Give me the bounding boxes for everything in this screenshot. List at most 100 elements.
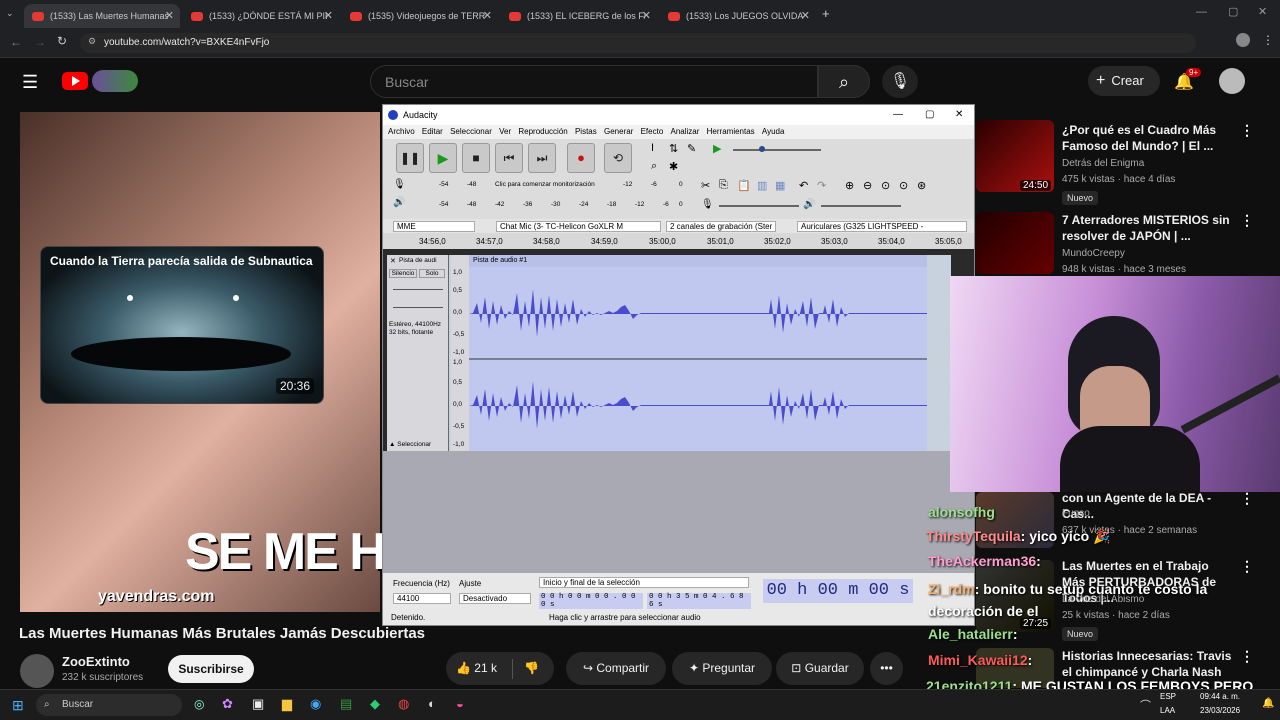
play-speed-slider[interactable]: [733, 149, 821, 151]
zoom-tool-icon[interactable]: ⌕: [651, 160, 657, 173]
game-app-icon[interactable]: ◆: [370, 696, 380, 712]
multi-tool-icon[interactable]: ✱: [669, 160, 678, 173]
related-channel-2[interactable]: MundoCreepy: [1062, 248, 1125, 259]
clock-time[interactable]: 09:44 a. m.: [1200, 692, 1240, 701]
empty-project-area[interactable]: [383, 451, 974, 573]
related-channel-3[interactable]: Fugso: [1062, 508, 1090, 519]
back-icon[interactable]: ←: [10, 35, 22, 49]
tab-2[interactable]: (1533) ¿DÓNDE ESTÁ MI PIEL?✕: [183, 4, 339, 28]
edge-icon[interactable]: ◉: [310, 696, 321, 712]
play-at-speed-icon[interactable]: ▶: [713, 142, 721, 155]
site-info-icon[interactable]: ⚙: [88, 36, 96, 47]
track-name-menu[interactable]: Pista de audi: [399, 257, 437, 264]
subscribe-button[interactable]: Suscribirse: [168, 655, 254, 683]
skip-start-button[interactable]: ⏮: [495, 143, 523, 173]
play-button[interactable]: ▶: [429, 143, 457, 173]
tab-5[interactable]: (1533) Los JUEGOS OLVIDADOS✕: [660, 4, 816, 28]
menu-ver[interactable]: Ver: [499, 125, 511, 139]
playback-meter-icon[interactable]: 🔊: [393, 197, 405, 208]
forward-icon[interactable]: →: [34, 35, 46, 49]
taskbar-search[interactable]: ⌕ Buscar: [36, 694, 182, 716]
close-tab-icon[interactable]: ✕: [324, 9, 333, 22]
pan-slider[interactable]: [393, 307, 443, 308]
url-field[interactable]: youtube.com/watch?v=BXKE4nFvFjo: [80, 33, 1196, 53]
record-meter[interactable]: -54 -48 Clic para comenzar monitorizació…: [413, 179, 685, 191]
share-button[interactable]: ↪ Compartir: [566, 652, 666, 685]
save-button[interactable]: ⊡ Guardar: [776, 652, 864, 685]
playback-meter[interactable]: -54 -48 -42 -36 -30 -24 -18 -12 -6 0: [413, 199, 685, 211]
gain-slider[interactable]: [393, 289, 443, 290]
selection-end-field[interactable]: 0 0 h 3 5 m 0 4 . 6 8 6 s: [647, 593, 751, 609]
zoom-toggle-icon[interactable]: ⊛: [917, 179, 926, 192]
profile-avatar-icon[interactable]: [1236, 33, 1250, 47]
draw-tool-icon[interactable]: ✎: [687, 142, 696, 155]
tray-wifi-icon[interactable]: ⌒: [1140, 697, 1151, 713]
selection-start-field[interactable]: 0 0 h 0 0 m 0 0 . 0 0 0 s: [539, 593, 643, 609]
menu-editar[interactable]: Editar: [422, 125, 443, 139]
paste-icon[interactable]: 📋: [737, 179, 751, 192]
undo-icon[interactable]: ↶: [799, 179, 808, 192]
menu-pistas[interactable]: Pistas: [575, 125, 597, 139]
trim-icon[interactable]: ▥: [757, 179, 767, 192]
menu-analizar[interactable]: Analizar: [671, 125, 700, 139]
like-button[interactable]: 👍 21 k: [456, 652, 497, 685]
maximize-window-icon[interactable]: ▢: [1228, 5, 1238, 18]
related-menu-icon[interactable]: ⋮: [1240, 212, 1254, 229]
copy-icon[interactable]: ⎘: [719, 179, 728, 192]
close-window-icon[interactable]: ✕: [1258, 5, 1267, 18]
store-icon[interactable]: ▣: [252, 696, 264, 712]
account-avatar[interactable]: [1219, 68, 1245, 94]
tab-4[interactable]: (1533) EL ICEBERG de los FENÓ✕: [501, 4, 657, 28]
related-menu-icon[interactable]: ⋮: [1240, 490, 1254, 507]
snap-select[interactable]: Desactivado: [459, 593, 531, 604]
playback-volume-slider[interactable]: [821, 205, 901, 207]
envelope-tool-icon[interactable]: ⇅: [669, 142, 678, 155]
reload-icon[interactable]: ↻: [57, 34, 67, 48]
create-button[interactable]: + Crear: [1088, 66, 1160, 96]
silence-icon[interactable]: ▦: [775, 179, 785, 192]
input-device-select[interactable]: Chat Mic (3- TC-Helicon GoXLR M: [496, 221, 661, 232]
fit-project-icon[interactable]: ⊙: [899, 179, 908, 192]
slider-thumb[interactable]: [759, 146, 765, 152]
selection-mode-select[interactable]: Inicio y final de la selección: [539, 577, 749, 588]
clip-name[interactable]: Pista de audio #1: [469, 255, 927, 267]
minimize-window-icon[interactable]: —: [1196, 6, 1207, 18]
menu-reproduccion[interactable]: Reproducción: [518, 125, 567, 139]
project-rate-select[interactable]: 44100: [393, 593, 451, 604]
record-meter-icon[interactable]: 🎙: [393, 179, 406, 190]
close-tab-icon[interactable]: ✕: [642, 9, 651, 22]
tab-search-chevron-icon[interactable]: ⌄: [6, 8, 20, 20]
stop-button[interactable]: ■: [462, 143, 490, 173]
menu-generar[interactable]: Generar: [604, 125, 633, 139]
select-track-button[interactable]: ▲ Seleccionar: [389, 441, 431, 448]
menu-efecto[interactable]: Efecto: [641, 125, 664, 139]
record-button[interactable]: ●: [567, 143, 595, 173]
task-view-icon[interactable]: ◎: [194, 697, 204, 711]
menu-seleccionar[interactable]: Seleccionar: [450, 125, 492, 139]
obs-icon[interactable]: ◐: [428, 696, 436, 711]
tab-1[interactable]: (1533) Las Muertes Humanas M ✕: [24, 4, 180, 28]
mute-button[interactable]: Silencio: [389, 269, 417, 278]
copilot-icon[interactable]: ✿: [222, 696, 233, 712]
loop-button[interactable]: ⟲: [604, 143, 632, 173]
minimize-icon[interactable]: —: [893, 105, 903, 125]
search-input[interactable]: Buscar: [370, 65, 818, 98]
vertical-ruler[interactable]: 1,0 0,5 0,0 -0,5 -1,0 1,0 0,5 0,0 -0,5 -…: [451, 255, 469, 451]
redo-icon[interactable]: ↷: [817, 179, 826, 192]
related-thumbnail-2[interactable]: [976, 212, 1054, 274]
menu-herramientas[interactable]: Herramientas: [707, 125, 755, 139]
file-explorer-icon[interactable]: ▆: [282, 696, 292, 712]
skip-end-button[interactable]: ⏭: [528, 143, 556, 173]
related-channel-1[interactable]: Detrás del Enigma: [1062, 158, 1144, 169]
cut-icon[interactable]: ✂: [701, 179, 710, 192]
excel-icon[interactable]: ▤: [340, 696, 352, 712]
timeline-ruler[interactable]: 34:56,0 34:57,0 34:58,0 34:59,0 35:00,0 …: [383, 233, 974, 249]
menu-ayuda[interactable]: Ayuda: [762, 125, 785, 139]
end-card-video[interactable]: Cuando la Tierra parecía salida de Subna…: [40, 246, 324, 404]
channels-select[interactable]: 2 canales de grabación (Ster: [666, 221, 776, 232]
chrome-icon[interactable]: ◍: [398, 696, 409, 712]
audacity-taskbar-icon[interactable]: ◒: [456, 696, 464, 711]
related-title-2[interactable]: 7 Aterradores MISTERIOS sin resolver de …: [1062, 212, 1232, 244]
close-tab-icon[interactable]: ✕: [165, 9, 174, 22]
zoom-in-icon[interactable]: ⊕: [845, 179, 854, 192]
